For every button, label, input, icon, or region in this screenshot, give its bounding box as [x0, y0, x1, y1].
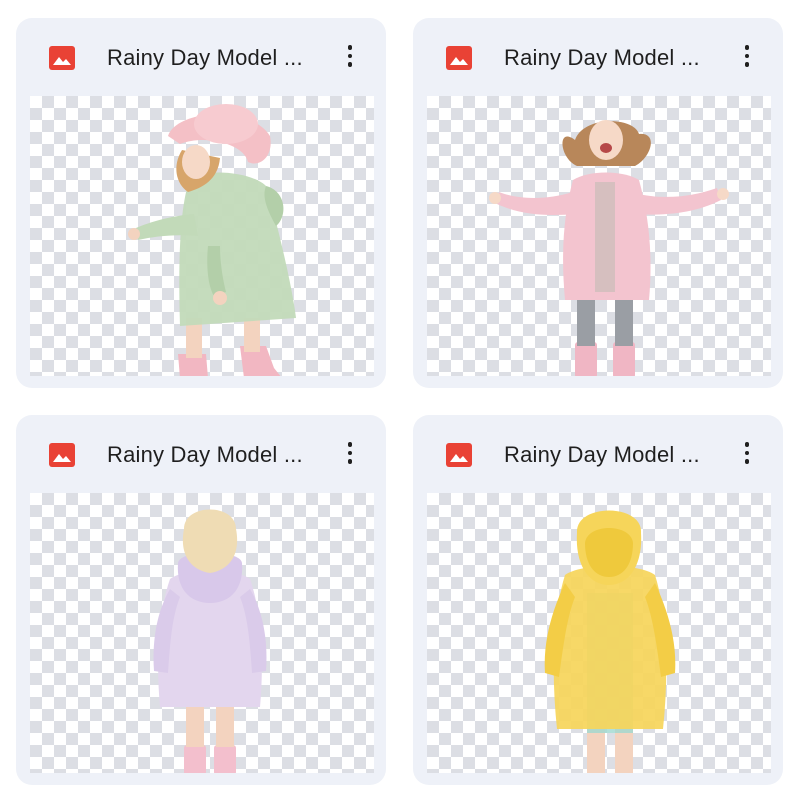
file-title: Rainy Day Model ... [504, 442, 700, 467]
more-vert-icon[interactable] [334, 437, 366, 469]
image-thumbnail[interactable] [30, 493, 374, 773]
file-card[interactable]: Rainy Day Model ... [413, 415, 783, 785]
image-file-icon [446, 443, 472, 467]
file-title: Rainy Day Model ... [107, 442, 303, 467]
more-vert-icon[interactable] [731, 40, 763, 72]
file-title: Rainy Day Model ... [107, 45, 303, 70]
more-vert-icon[interactable] [334, 40, 366, 72]
more-vert-icon[interactable] [731, 437, 763, 469]
file-card-header: Rainy Day Model ... [413, 415, 783, 491]
child-yellow-raincoat-illustration [544, 510, 676, 773]
child-lilac-raincoat-illustration [153, 509, 267, 773]
file-card-header: Rainy Day Model ... [16, 18, 386, 94]
image-file-icon [49, 46, 75, 70]
file-card[interactable]: Rainy Day Model ... [413, 18, 783, 388]
image-file-icon [446, 46, 472, 70]
image-file-icon [49, 443, 75, 467]
child-green-raincoat-illustration [128, 104, 296, 376]
file-grid: Rainy Day Model ... Rainy Day Model ... … [0, 0, 804, 808]
child-pink-raincoat-illustration [489, 120, 729, 376]
file-card-header: Rainy Day Model ... [413, 18, 783, 94]
image-thumbnail[interactable] [427, 493, 771, 773]
file-title: Rainy Day Model ... [504, 45, 700, 70]
file-card-header: Rainy Day Model ... [16, 415, 386, 491]
image-thumbnail[interactable] [30, 96, 374, 376]
file-card[interactable]: Rainy Day Model ... [16, 18, 386, 388]
file-card[interactable]: Rainy Day Model ... [16, 415, 386, 785]
image-thumbnail[interactable] [427, 96, 771, 376]
